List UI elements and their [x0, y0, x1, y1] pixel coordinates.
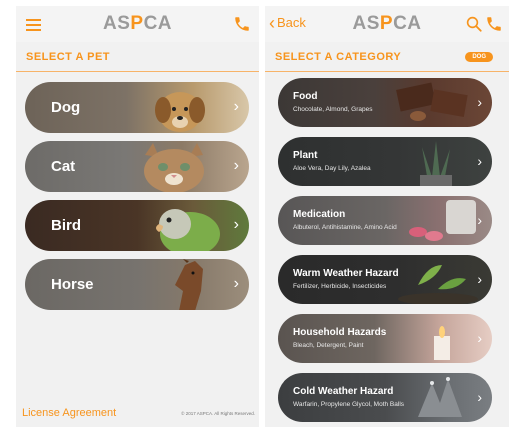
- category-label: Plant: [293, 150, 318, 161]
- category-examples: Chocolate, Almond, Grapes: [293, 106, 373, 113]
- pet-option-cat[interactable]: Cat ›: [25, 141, 249, 192]
- category-label: Household Hazards: [293, 327, 387, 338]
- category-cold-weather-hazard[interactable]: Cold Weather Hazard Warfarin, Propylene …: [278, 373, 492, 422]
- phone-icon[interactable]: [233, 15, 251, 33]
- chevron-right-icon: ›: [233, 216, 239, 233]
- chevron-right-icon: ›: [233, 157, 239, 174]
- chevron-right-icon: ›: [477, 212, 482, 228]
- pet-option-bird[interactable]: Bird ›: [25, 200, 249, 251]
- pet-label: Bird: [51, 217, 81, 234]
- category-examples: Warfarin, Propylene Glycol, Moth Balls: [293, 401, 405, 408]
- chevron-right-icon: ›: [477, 389, 482, 405]
- category-examples: Aloe Vera, Day Lily, Azalea: [293, 165, 371, 172]
- category-label: Warm Weather Hazard: [293, 268, 399, 279]
- section-header: SELECT A CATEGORY DOG: [265, 42, 509, 72]
- top-bar: ASPCA: [16, 6, 259, 42]
- pet-option-dog[interactable]: Dog ›: [25, 82, 249, 133]
- category-examples: Fertilizer, Herbicide, Insecticides: [293, 283, 387, 290]
- category-examples: Albuterol, Antihistamine, Amino Acid: [293, 224, 397, 231]
- search-icon[interactable]: [465, 15, 483, 33]
- category-label: Medication: [293, 209, 346, 220]
- chevron-right-icon: ›: [477, 330, 482, 346]
- category-selection-screen: ‹ Back ASPCA SELECT A CATEGORY DOG Food …: [265, 6, 509, 427]
- pet-label: Dog: [51, 99, 81, 116]
- chevron-right-icon: ›: [233, 275, 239, 292]
- category-medication[interactable]: Medication Albuterol, Antihistamine, Ami…: [278, 196, 492, 245]
- category-label: Cold Weather Hazard: [293, 386, 394, 397]
- pet-selection-screen: ASPCA SELECT A PET Dog › Cat › Bird › Ho…: [16, 6, 259, 427]
- pet-label: Horse: [51, 276, 94, 293]
- pet-badge: DOG: [465, 52, 493, 62]
- category-label: Food: [293, 91, 318, 102]
- category-food[interactable]: Food Chocolate, Almond, Grapes ›: [278, 78, 492, 127]
- category-warm-weather-hazard[interactable]: Warm Weather Hazard Fertilizer, Herbicid…: [278, 255, 492, 304]
- license-agreement-link[interactable]: License Agreement: [22, 407, 116, 419]
- section-title: SELECT A PET: [26, 51, 111, 63]
- cat-photo: [144, 143, 204, 192]
- section-title: SELECT A CATEGORY: [275, 51, 402, 63]
- bird-photo: [156, 209, 220, 251]
- dog-photo: [155, 92, 205, 132]
- footer: License Agreement © 2017 ASPCA. All Righ…: [16, 405, 259, 423]
- top-bar: ‹ Back ASPCA: [265, 6, 509, 42]
- pet-option-horse[interactable]: Horse ›: [25, 259, 249, 310]
- category-household-hazards[interactable]: Household Hazards Bleach, Detergent, Pai…: [278, 314, 492, 363]
- pet-label: Cat: [51, 158, 76, 175]
- chevron-right-icon: ›: [477, 94, 482, 110]
- chevron-right-icon: ›: [233, 98, 239, 115]
- category-examples: Bleach, Detergent, Paint: [293, 342, 364, 349]
- chevron-right-icon: ›: [477, 153, 482, 169]
- phone-icon[interactable]: [485, 15, 503, 33]
- aspca-logo: ASPCA: [102, 13, 173, 34]
- chevron-right-icon: ›: [477, 271, 482, 287]
- category-plant[interactable]: Plant Aloe Vera, Day Lily, Azalea ›: [278, 137, 492, 186]
- horse-photo: [175, 259, 203, 310]
- section-header: SELECT A PET: [16, 42, 259, 72]
- copyright-text: © 2017 ASPCA. All Rights Reserved.: [181, 411, 255, 416]
